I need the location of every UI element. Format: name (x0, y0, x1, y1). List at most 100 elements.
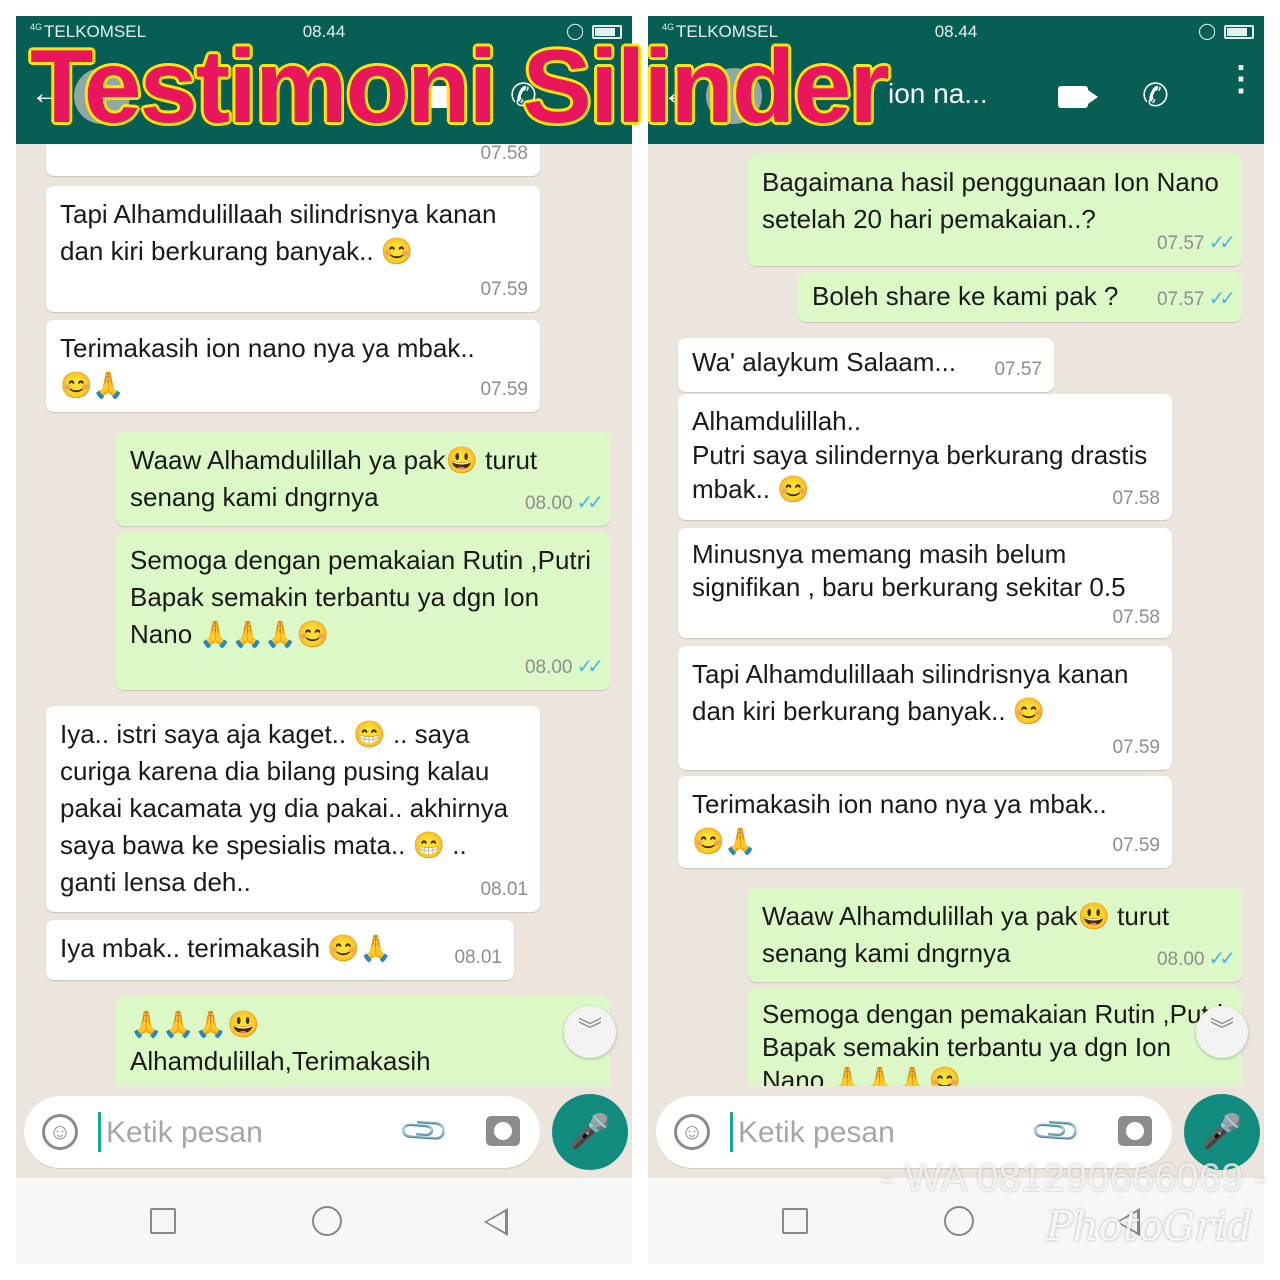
home-icon[interactable] (944, 1206, 974, 1236)
smiley-emoji: 😊 (1012, 696, 1046, 726)
message-time: 08.00 ✓✓ (524, 485, 604, 522)
message-outgoing: Semoga dengan pemakaian Rutin ,Putri Bap… (748, 988, 1242, 1086)
location-icon: ◯ (1198, 23, 1216, 40)
system-nav-bar (16, 1178, 632, 1264)
message-incoming: Tapi Alhamdulillaah silindrisnya kanan d… (678, 646, 1172, 770)
message-incoming: Tapi Alhamdulillaah silindrisnya kanan d… (46, 186, 540, 312)
message-incoming: 07.58 (46, 144, 540, 176)
message-text: Bagaimana hasil penggunaan Ion Nano sete… (762, 167, 1219, 234)
double-check-icon: ✓✓ (1208, 288, 1235, 310)
camera-icon[interactable] (486, 1116, 520, 1146)
pray-emoji-row: 🙏🙏🙏😃 (130, 1009, 260, 1039)
message-text: Wa' alaykum Salaam... (692, 347, 957, 377)
message-incoming: Iya mbak.. terimakasih 😊🙏 08.01 (46, 920, 514, 980)
message-outgoing: 🙏🙏🙏😃 Alhamdulillah,Terimakasih (116, 996, 610, 1086)
time-value: 08.00 (1156, 949, 1205, 970)
message-time: 08.00 ✓✓ (1156, 941, 1236, 978)
message-text: Minusnya memang masih belum signifikan ,… (692, 539, 1126, 602)
time-value: 08.00 (524, 493, 573, 514)
message-incoming: Alhamdulillah.. Putri saya silindernya b… (678, 394, 1172, 520)
home-icon[interactable] (312, 1206, 342, 1236)
photogrid-logo: PhotoGrid (1046, 1204, 1253, 1250)
message-time: 07.57 ✓✓ (1156, 225, 1236, 262)
paperclip-icon[interactable]: 📎 (1028, 1103, 1083, 1158)
message-text: Waaw Alhamdulillah ya pak (762, 901, 1078, 931)
message-time: 07.58 (1112, 607, 1160, 628)
video-camera-icon[interactable] (1058, 86, 1098, 108)
recent-apps-icon[interactable] (782, 1208, 808, 1234)
message-time: 08.01 (454, 947, 502, 968)
message-list[interactable]: Bagaimana hasil penggunaan Ion Nano sete… (648, 144, 1264, 1086)
pray-emoji-row: 🙏🙏🙏😊 (831, 1065, 961, 1086)
message-outgoing: Waaw Alhamdulillah ya pak😃 turut senang … (116, 432, 610, 526)
phone-icon[interactable]: ✆ (1142, 76, 1169, 114)
time-value: 07.57 (1156, 289, 1205, 310)
message-incoming: Terimakasih ion nano nya ya mbak.. 😊🙏 07… (678, 776, 1172, 868)
message-text: Alhamdulillah.. (692, 406, 862, 436)
mic-icon[interactable]: 🎤 (552, 1094, 628, 1170)
input-placeholder: Ketik pesan (106, 1116, 263, 1149)
message-time: 07.59 (1112, 835, 1160, 856)
grin-emoji: 😁 (353, 719, 386, 749)
message-text: Tapi Alhamdulillaah silindrisnya kanan d… (692, 659, 1129, 726)
message-text: Waaw Alhamdulillah ya pak (130, 445, 446, 475)
time-value: 08.00 (524, 657, 573, 678)
message-time: 07.57 ✓✓ (1156, 281, 1236, 318)
back-triangle-icon[interactable] (484, 1208, 508, 1236)
emoji-icon[interactable]: ☺ (42, 1114, 78, 1150)
smiley-emoji: 😊 (777, 474, 810, 504)
phone-screenshot-right: 4G TELKOMSEL 08.44 ◯ ← ion na... ✆ ⋮ Baga… (648, 16, 1264, 1264)
message-text: Boleh share ke kami pak ? (812, 281, 1119, 311)
message-time: 07.57 (994, 359, 1042, 380)
paperclip-icon[interactable]: 📎 (396, 1103, 451, 1158)
input-placeholder: Ketik pesan (738, 1116, 895, 1149)
grin-emoji: 😁 (412, 830, 445, 860)
message-time: 07.58 (480, 144, 528, 164)
recent-apps-icon[interactable] (150, 1208, 176, 1234)
time-value: 07.57 (1156, 233, 1205, 254)
text-cursor (98, 1112, 101, 1152)
message-time: 07.59 (480, 279, 528, 300)
status-clock: 08.44 (934, 22, 978, 41)
message-time: 07.59 (480, 379, 528, 400)
message-text: Alhamdulillah,Terimakasih (130, 1046, 431, 1076)
camera-icon[interactable] (1118, 1116, 1152, 1146)
message-time: 07.58 (1112, 488, 1160, 509)
message-time: 07.59 (1112, 737, 1160, 758)
double-check-icon: ✓✓ (576, 492, 603, 514)
double-check-icon: ✓✓ (1208, 232, 1235, 254)
message-incoming: Terimakasih ion nano nya ya mbak.. 😊🙏 07… (46, 320, 540, 412)
message-input[interactable]: ☺ Ketik pesan 📎 (24, 1096, 540, 1168)
message-composer: ☺ Ketik pesan 📎 🎤 (16, 1086, 632, 1178)
message-incoming: Wa' alaykum Salaam... 07.57 (678, 338, 1054, 392)
message-text: Iya mbak.. terimakasih (60, 933, 328, 963)
smiley-pray-emoji: 😊🙏 (327, 933, 393, 963)
chevron-double-down-icon[interactable]: ︾ (1196, 1006, 1248, 1058)
grin-emoji: 😃 (1077, 901, 1110, 931)
more-vert-icon[interactable]: ⋮ (1224, 62, 1258, 96)
message-time: 08.00 ✓✓ (524, 649, 604, 686)
message-incoming: Iya.. istri saya aja kaget.. 😁 .. saya c… (46, 706, 540, 912)
message-outgoing: Waaw Alhamdulillah ya pak😃 turut senang … (748, 888, 1242, 982)
message-text: Iya.. istri saya aja kaget.. (60, 719, 354, 749)
message-text: Terimakasih ion nano nya ya mbak.. (60, 333, 475, 363)
phone-number-watermark: - WA 081290666069 - (880, 1156, 1268, 1200)
grin-emoji: 😃 (445, 445, 478, 475)
double-check-icon: ✓✓ (576, 656, 603, 678)
message-time: 08.01 (480, 879, 528, 900)
message-incoming: Minusnya memang masih belum signifikan ,… (678, 528, 1172, 638)
emoji-icon[interactable]: ☺ (674, 1114, 710, 1150)
phone-screenshot-left: 4G TELKOMSEL 08.44 ◯ ← ✆ ⋮ 07.58 Tapi Alh… (16, 16, 632, 1264)
message-text-cont: Putri saya silindernya berkurang drastis… (692, 440, 1148, 504)
message-text: Tapi Alhamdulillaah silindrisnya kanan d… (60, 199, 497, 266)
smiley-pray-emoji: 😊🙏 (60, 370, 125, 400)
message-text: Terimakasih ion nano nya ya mbak.. (692, 789, 1107, 819)
contact-name[interactable]: ion na... (888, 78, 1038, 110)
smiley-pray-emoji: 😊🙏 (692, 826, 757, 856)
message-list[interactable]: 07.58 Tapi Alhamdulillaah silindrisnya k… (16, 144, 632, 1086)
text-cursor (730, 1112, 733, 1152)
headline-overlay: Testimoni Silinder (30, 29, 890, 145)
chevron-double-down-icon[interactable]: ︾ (564, 1006, 616, 1058)
double-check-icon: ✓✓ (1208, 948, 1235, 970)
battery-icon (1224, 25, 1254, 39)
